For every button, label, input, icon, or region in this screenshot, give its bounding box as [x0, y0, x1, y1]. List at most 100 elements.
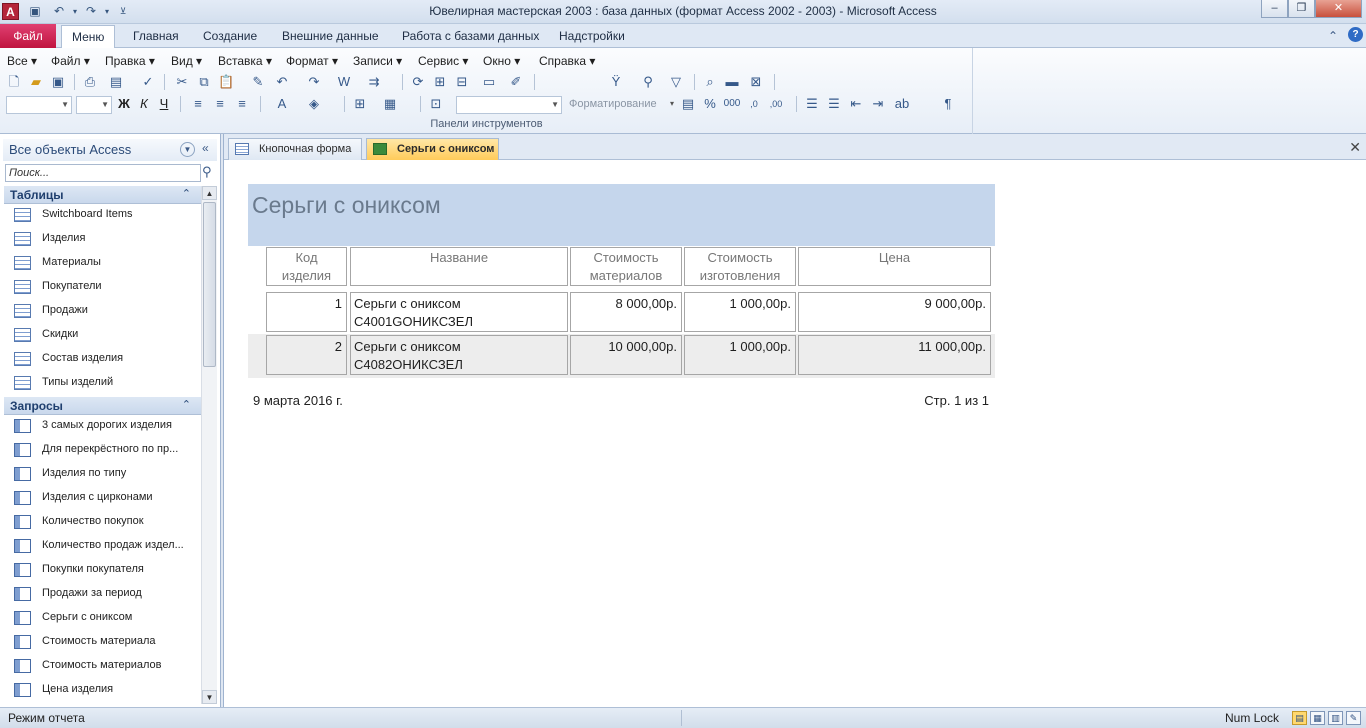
cut-icon[interactable]: ✂	[174, 74, 190, 90]
special-effect-icon[interactable]: ▦	[382, 96, 398, 112]
undo-icon[interactable]: ↶	[274, 74, 290, 90]
print-preview-icon[interactable]: ▤	[108, 74, 124, 90]
chevron-down-icon[interactable]: ▼	[180, 142, 195, 157]
highlight-icon[interactable]: ✐	[508, 74, 524, 90]
menu-insert[interactable]: Вставка ▾	[218, 52, 272, 70]
nav-item-table[interactable]: Изделия	[4, 228, 201, 252]
font-name-combo[interactable]: ▼	[6, 96, 72, 114]
numbering-icon[interactable]: ☰	[826, 96, 842, 112]
layout-view-icon[interactable]: ▥	[1328, 711, 1343, 725]
increase-decimals-icon[interactable]: ,0	[746, 96, 762, 112]
font-color-icon[interactable]: A	[274, 96, 290, 112]
increase-indent-icon[interactable]: ⇥	[870, 96, 886, 112]
relationships-icon[interactable]: ⊟	[454, 74, 470, 90]
new-record-icon[interactable]: ▬	[724, 74, 740, 90]
bullets-icon[interactable]: ☰	[804, 96, 820, 112]
align-left-icon[interactable]: ≡	[190, 96, 206, 112]
print-preview-icon[interactable]: ▦	[1310, 711, 1325, 725]
minimize-button[interactable]: –	[1261, 0, 1288, 18]
copy-icon[interactable]: ⧉	[196, 74, 212, 90]
nav-item-table[interactable]: Материалы	[4, 252, 201, 276]
new-icon[interactable]: 🗋	[6, 74, 22, 90]
scroll-up-icon[interactable]: ▲	[202, 186, 217, 200]
nav-item-query[interactable]: Для перекрёстного по пр...	[4, 439, 201, 463]
properties-icon[interactable]: ⊞	[432, 74, 448, 90]
tab-menu[interactable]: Меню	[61, 25, 116, 49]
nav-item-table[interactable]: Скидки	[4, 324, 201, 348]
nav-item-query[interactable]: Цена изделия	[4, 679, 201, 703]
decrease-indent-icon[interactable]: ⇤	[848, 96, 864, 112]
design-view-icon[interactable]: ✎	[1346, 711, 1361, 725]
nav-scrollbar[interactable]: ▲ ▼	[201, 186, 217, 704]
open-icon[interactable]: ▰	[28, 74, 44, 90]
save-icon[interactable]: ▣	[26, 3, 44, 20]
align-right-icon[interactable]: ≡	[234, 96, 250, 112]
collapse-pane-icon[interactable]: «	[202, 141, 209, 155]
tab-home[interactable]: Главная	[123, 25, 189, 47]
gridlines-icon[interactable]: ⊞	[352, 96, 368, 112]
tab-create[interactable]: Создание	[193, 25, 267, 47]
tab-file[interactable]: Файл	[0, 24, 56, 48]
nav-item-table[interactable]: Switchboard Items	[4, 204, 201, 228]
analyze-icon[interactable]: ⇉	[366, 74, 382, 90]
paragraph-icon[interactable]: ¶	[940, 96, 956, 112]
nav-item-query[interactable]: Серьги с ониксом	[4, 607, 201, 631]
delete-record-icon[interactable]: ⊠	[748, 74, 764, 90]
align-center-icon[interactable]: ≡	[212, 96, 228, 112]
nav-item-query[interactable]: 3 самых дорогих изделия	[4, 415, 201, 439]
bold-icon[interactable]: Ж	[116, 96, 132, 112]
maximize-button[interactable]: ❐	[1288, 0, 1315, 18]
menu-tools[interactable]: Сервис ▾	[418, 52, 468, 70]
save-icon[interactable]: ▣	[50, 74, 66, 90]
nav-item-table[interactable]: Покупатели	[4, 276, 201, 300]
underline-icon[interactable]: Ч	[156, 96, 172, 112]
text-direction-icon[interactable]: ab	[894, 96, 910, 112]
conditional-format-icon[interactable]: ⊡	[428, 96, 444, 112]
object-combo[interactable]: ▼	[456, 96, 562, 114]
tab-addins[interactable]: Надстройки	[549, 25, 635, 47]
menu-edit[interactable]: Правка ▾	[105, 52, 155, 70]
filter-icon[interactable]: ▽	[668, 74, 684, 90]
nav-item-query[interactable]: Стоимость материалов	[4, 655, 201, 679]
access-app-icon[interactable]: A	[2, 3, 19, 20]
window-icon[interactable]: ▭	[476, 74, 502, 90]
paste-icon[interactable]: 📋	[218, 74, 234, 90]
nav-item-table[interactable]: Типы изделий	[4, 372, 201, 396]
nav-item-table[interactable]: Продажи	[4, 300, 201, 324]
menu-records[interactable]: Записи ▾	[353, 52, 402, 70]
nav-item-table[interactable]: Состав изделия	[4, 348, 201, 372]
comma-style-icon[interactable]: 000	[722, 96, 742, 112]
scroll-thumb[interactable]	[203, 202, 216, 367]
italic-icon[interactable]: К	[136, 96, 152, 112]
nav-item-query[interactable]: Количество покупок	[4, 511, 201, 535]
collapse-icon[interactable]: ⌃	[182, 187, 191, 200]
minimize-ribbon-icon[interactable]: ⌃	[1328, 29, 1338, 43]
nav-item-query[interactable]: Изделия по типу	[4, 463, 201, 487]
help-icon[interactable]: ?	[1348, 27, 1363, 42]
percent-icon[interactable]: %	[702, 96, 718, 112]
doc-tab-switchboard[interactable]: Кнопочная форма	[228, 138, 362, 160]
report-view-icon[interactable]: ▤	[1292, 711, 1307, 725]
menu-all[interactable]: Все ▾	[7, 52, 37, 70]
menu-file[interactable]: Файл ▾	[51, 52, 90, 70]
tab-external-data[interactable]: Внешние данные	[272, 25, 389, 47]
find-icon[interactable]: ⌕	[702, 74, 718, 90]
collapse-icon[interactable]: ⌃	[182, 398, 191, 411]
doc-tab-report[interactable]: Серьги с ониксом	[366, 138, 499, 160]
close-document-icon[interactable]: ✕	[1349, 139, 1361, 156]
search-icon[interactable]: ⚲	[202, 164, 212, 180]
nav-group-tables[interactable]: Таблицы ⌃	[4, 186, 201, 204]
nav-group-queries[interactable]: Запросы ⌃	[4, 397, 201, 415]
formatting-combo[interactable]: Форматирование ▾	[566, 96, 676, 114]
filter-selection-icon[interactable]: ⚲	[640, 74, 656, 90]
menu-window[interactable]: Окно ▾	[483, 52, 520, 70]
office-links-icon[interactable]: W	[336, 74, 352, 90]
nav-item-query[interactable]: Покупки покупателя	[4, 559, 201, 583]
currency-icon[interactable]: ▤	[680, 96, 696, 112]
print-icon[interactable]: ⎙	[82, 74, 98, 90]
sort-icon[interactable]: Ÿ	[608, 74, 624, 90]
scroll-down-icon[interactable]: ▼	[202, 690, 217, 704]
nav-search-input[interactable]: Поиск...	[5, 164, 201, 182]
customize-quick-access-icon[interactable]: ⊻	[114, 3, 132, 20]
redo-icon[interactable]: ↷	[306, 74, 322, 90]
